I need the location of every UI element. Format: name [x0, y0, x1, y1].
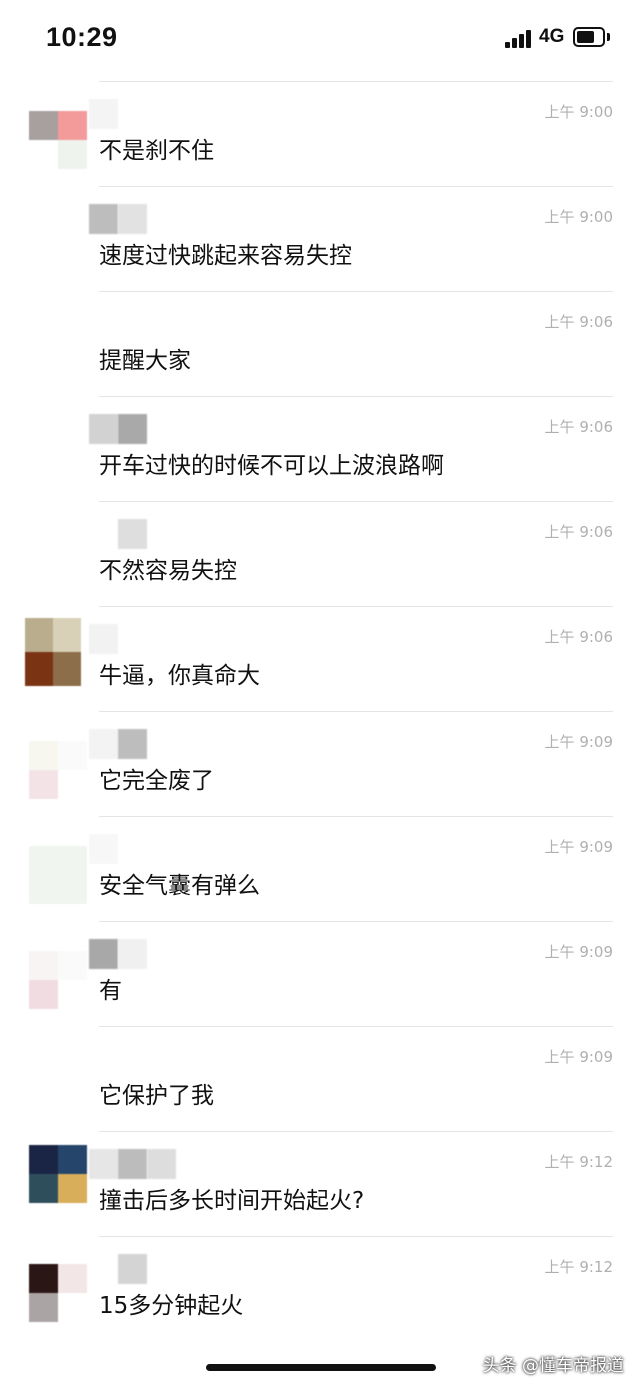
message-item[interactable]: 上午 9:09 它保护了我 [0, 1026, 640, 1131]
divider [99, 1026, 613, 1027]
sender-name-blurred [89, 414, 147, 444]
message-text: 安全气囊有弹么 [99, 873, 260, 899]
message-text: 有 [99, 978, 122, 1004]
divider [99, 1236, 613, 1237]
message-time: 上午 9:00 [544, 103, 613, 121]
message-time: 上午 9:06 [544, 523, 613, 541]
sender-name-blurred [89, 939, 147, 969]
message-time: 上午 9:12 [544, 1153, 613, 1171]
divider [99, 81, 613, 82]
sender-name-blurred [89, 1254, 147, 1284]
message-time: 上午 9:09 [544, 943, 613, 961]
avatar[interactable] [29, 741, 87, 799]
sender-name-blurred [89, 729, 147, 759]
message-text: 不是刹不住 [99, 138, 214, 164]
message-time: 上午 9:09 [544, 1048, 613, 1066]
message-item[interactable]: 上午 9:06 开车过快的时候不可以上波浪路啊 [0, 396, 640, 501]
watermark: 头条 @懂车帝报道 [482, 1356, 624, 1376]
message-item[interactable]: 上午 9:09 有 [0, 921, 640, 1026]
message-item[interactable]: 上午 9:09 它完全废了 [0, 711, 640, 816]
message-text: 它保护了我 [99, 1083, 214, 1109]
message-item[interactable]: 上午 9:06 不然容易失控 [0, 501, 640, 606]
message-item[interactable]: 上午 9:00 不是刹不住 [0, 81, 640, 186]
message-text: 它完全废了 [99, 768, 214, 794]
divider [99, 396, 613, 397]
message-time: 上午 9:00 [544, 208, 613, 226]
divider [99, 186, 613, 187]
message-time: 上午 9:12 [544, 1258, 613, 1276]
message-time: 上午 9:09 [544, 733, 613, 751]
message-text: 开车过快的时候不可以上波浪路啊 [99, 453, 444, 479]
message-text: 撞击后多长时间开始起火? [99, 1188, 365, 1214]
message-time: 上午 9:06 [544, 418, 613, 436]
divider [99, 921, 613, 922]
divider [99, 501, 613, 502]
message-text: 牛逼，你真命大 [99, 663, 260, 689]
sender-name-blurred [89, 1149, 176, 1179]
divider [99, 816, 613, 817]
message-time: 上午 9:06 [544, 313, 613, 331]
sender-name-blurred [89, 99, 118, 129]
message-text: 提醒大家 [99, 348, 191, 374]
avatar[interactable] [29, 111, 87, 169]
sender-name-blurred [89, 834, 118, 864]
message-item[interactable]: 上午 9:06 牛逼，你真命大 [0, 606, 640, 711]
message-text: 不然容易失控 [99, 558, 237, 584]
sender-name-blurred [89, 624, 118, 654]
message-item[interactable]: 上午 9:12 撞击后多长时间开始起火? [0, 1131, 640, 1236]
message-text: 速度过快跳起来容易失控 [99, 243, 352, 269]
message-time: 上午 9:09 [544, 838, 613, 856]
message-item[interactable]: 上午 9:00 速度过快跳起来容易失控 [0, 186, 640, 291]
divider [99, 1131, 613, 1132]
divider [99, 606, 613, 607]
avatar[interactable] [29, 846, 87, 904]
message-item[interactable]: 上午 9:06 提醒大家 [0, 291, 640, 396]
divider [99, 711, 613, 712]
home-indicator[interactable] [206, 1364, 436, 1371]
message-item[interactable]: 上午 9:09 安全气囊有弹么 [0, 816, 640, 921]
divider [99, 291, 613, 292]
message-item[interactable]: 上午 9:12 15多分钟起火 [0, 1236, 640, 1341]
message-text: 15多分钟起火 [99, 1293, 244, 1319]
avatar[interactable] [29, 1264, 87, 1322]
avatar[interactable] [29, 951, 87, 1009]
avatar[interactable] [29, 1145, 87, 1203]
message-time: 上午 9:06 [544, 628, 613, 646]
sender-name-blurred [89, 204, 147, 234]
avatar[interactable] [25, 618, 81, 686]
message-list[interactable]: 上午 9:00 不是刹不住 上午 9:00 速度过快跳起来容易失控 上午 9:0… [0, 0, 640, 1385]
sender-name-blurred [89, 519, 147, 549]
